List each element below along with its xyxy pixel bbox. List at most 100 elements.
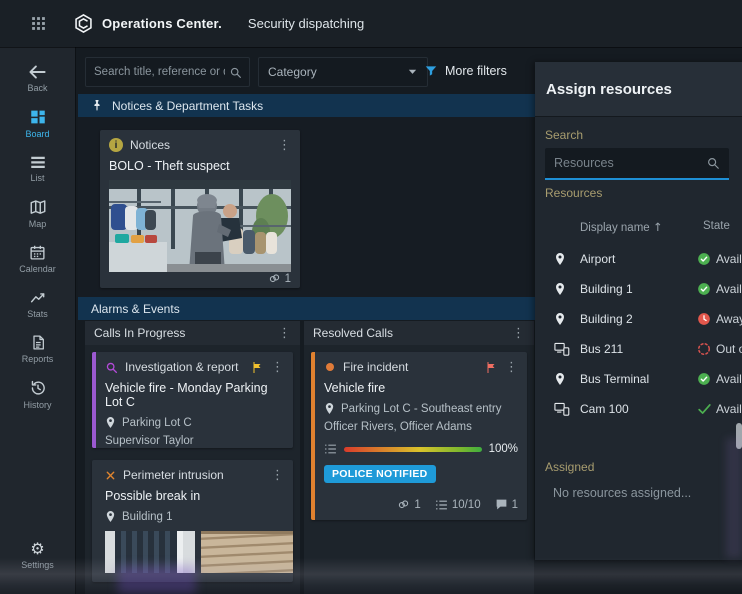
- checklist-count: 10/10: [452, 499, 481, 511]
- notices-card[interactable]: i Notices ⋮ BOLO - Theft suspect: [100, 130, 300, 288]
- search-input[interactable]: [86, 66, 229, 78]
- card-title: Possible break in: [105, 489, 284, 503]
- resource-row[interactable]: Airport Available: [535, 244, 742, 274]
- operations-center-logo-icon: [73, 13, 94, 34]
- card-title: Vehicle fire - Monday Parking Lot C: [105, 381, 284, 409]
- sidebar-item-label: Calendar: [19, 264, 56, 274]
- priority-accent-bar: [92, 352, 96, 448]
- resources-section-label: Resources: [545, 186, 602, 200]
- sidebar-item-board[interactable]: Board: [0, 101, 75, 147]
- resource-name: Cam 100: [580, 402, 629, 416]
- category-dropdown[interactable]: Category: [258, 57, 428, 87]
- sidebar-item-stats[interactable]: Stats: [0, 282, 75, 327]
- app-window: Operations Center. Security dispatching …: [0, 0, 742, 594]
- priority-accent-bar: [311, 352, 315, 520]
- reports-document-icon: [30, 334, 46, 351]
- sidebar-item-map[interactable]: Map: [0, 191, 75, 237]
- evidence-photo-thumbnail[interactable]: [201, 531, 293, 573]
- sidebar-item-list[interactable]: List: [0, 147, 75, 191]
- resources-table-header: Display name ↑ State: [535, 220, 742, 240]
- search-icon: [706, 156, 720, 170]
- card-category-label: Investigation & report: [125, 360, 238, 374]
- checklist-summary: 10/10: [435, 499, 481, 511]
- page-title: Security dispatching: [248, 16, 364, 31]
- pinned-section-title: Notices & Department Tasks: [112, 99, 263, 113]
- resource-row[interactable]: Bus 211 Out of service: [535, 334, 742, 364]
- resource-state: Available: [716, 372, 742, 386]
- location-pin-icon: [554, 252, 566, 267]
- sidebar-item-back[interactable]: Back: [0, 57, 75, 101]
- card-category-label: Notices: [130, 138, 170, 152]
- assigned-section-label: Assigned: [545, 460, 594, 474]
- card-location: Parking Lot C - Southeast entry: [341, 403, 501, 415]
- app-launcher-icon[interactable]: [30, 15, 47, 32]
- filter-funnel-icon: [424, 64, 438, 78]
- pushpin-icon: [91, 99, 103, 112]
- checklist-icon: [324, 443, 337, 455]
- bolo-suspect-photo[interactable]: [109, 180, 291, 272]
- panel-header: Assign resources: [535, 62, 742, 116]
- resource-state: Available: [716, 252, 742, 266]
- sidebar-item-reports[interactable]: Reports: [0, 327, 75, 372]
- app-name: Operations Center.: [102, 16, 222, 31]
- attachment-count: 1: [414, 499, 420, 511]
- sort-ascending-icon: ↑: [653, 220, 663, 234]
- evidence-photo-thumbnail[interactable]: [105, 531, 195, 573]
- more-filters-button[interactable]: More filters: [424, 57, 507, 85]
- call-card-perimeter[interactable]: Perimeter intrusion ⋮ Possible break in …: [92, 460, 293, 582]
- column-header-state[interactable]: State: [703, 220, 730, 232]
- resource-row[interactable]: Cam 100 Available: [535, 394, 742, 424]
- assigned-empty-text: No resources assigned...: [553, 486, 691, 500]
- kebab-menu-icon[interactable]: ⋮: [278, 139, 291, 152]
- resource-row[interactable]: Bus Terminal Available: [535, 364, 742, 394]
- alarms-section-header[interactable]: Alarms & Events: [78, 297, 535, 320]
- column-title: Resolved Calls: [313, 326, 393, 340]
- sidebar: Back Board List: [0, 47, 75, 594]
- checklist-progress: 100%: [324, 443, 518, 455]
- brand: Operations Center.: [73, 13, 222, 34]
- history-clock-icon: [29, 379, 47, 397]
- kebab-menu-icon[interactable]: ⋮: [271, 469, 284, 482]
- attachments-summary: 1: [397, 498, 420, 511]
- checklist-icon: [435, 499, 448, 511]
- sidebar-item-history[interactable]: History: [0, 372, 75, 418]
- column-title: Calls In Progress: [94, 326, 185, 340]
- sidebar-item-label: Settings: [21, 560, 54, 570]
- flag-icon: [251, 361, 263, 374]
- column-header: Resolved Calls ⋮: [304, 321, 534, 345]
- kebab-menu-icon[interactable]: ⋮: [505, 361, 518, 374]
- resource-state: Available: [716, 402, 742, 416]
- resource-state: Available: [716, 282, 742, 296]
- kebab-menu-icon[interactable]: ⋮: [512, 327, 525, 340]
- location-pin-icon: [324, 402, 335, 415]
- sidebar-item-label: Stats: [27, 309, 48, 319]
- alarms-section-title: Alarms & Events: [91, 302, 180, 316]
- status-available-icon: [697, 252, 711, 266]
- column-header-display-name[interactable]: Display name ↑: [580, 220, 663, 234]
- resources-search-input[interactable]: [545, 156, 706, 170]
- attachment-icon: [268, 272, 281, 285]
- kebab-menu-icon[interactable]: ⋮: [278, 327, 291, 340]
- pinned-section-header[interactable]: Notices & Department Tasks: [78, 94, 535, 117]
- call-card-fire[interactable]: Fire incident ⋮ Vehicle fire: [311, 352, 527, 520]
- call-card-investigation[interactable]: Investigation & report ⋮ Vehicle fire - …: [92, 352, 293, 448]
- status-badge: POLICE NOTIFIED: [324, 465, 436, 483]
- board-search-field: [85, 57, 250, 87]
- list-icon: [29, 154, 47, 170]
- resource-row[interactable]: Building 1 Available: [535, 274, 742, 304]
- attachment-count: 1: [285, 273, 291, 285]
- sidebar-item-settings[interactable]: ⚙ Settings: [0, 534, 75, 578]
- scrollbar-thumb[interactable]: [736, 423, 742, 449]
- intrusion-x-icon: [105, 470, 116, 481]
- category-dropdown-label: Category: [268, 65, 317, 79]
- devices-icon: [554, 342, 570, 356]
- resource-row[interactable]: Building 2 Away: [535, 304, 742, 334]
- resource-name: Building 1: [580, 282, 633, 296]
- location-pin-icon: [554, 312, 566, 327]
- sidebar-item-calendar[interactable]: Calendar: [0, 237, 75, 282]
- kebab-menu-icon[interactable]: ⋮: [271, 361, 284, 374]
- calendar-icon: [29, 244, 46, 261]
- resource-name: Bus 211: [580, 342, 623, 356]
- stats-chart-icon: [29, 289, 47, 306]
- resources-search-field: [545, 148, 729, 180]
